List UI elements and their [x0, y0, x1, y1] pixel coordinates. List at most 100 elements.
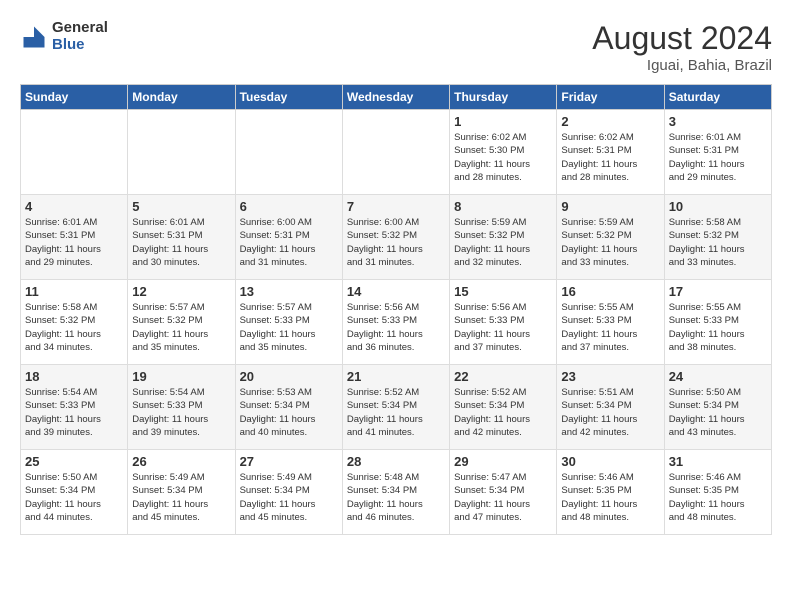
day-number: 15 — [454, 284, 552, 299]
calendar-cell: 19Sunrise: 5:54 AM Sunset: 5:33 PM Dayli… — [128, 365, 235, 450]
cell-info: Sunrise: 5:52 AM Sunset: 5:34 PM Dayligh… — [454, 386, 552, 439]
day-number: 17 — [669, 284, 767, 299]
calendar-cell: 8 Sunrise: 5:59 AM Sunset: 5:32 PM Daylig… — [450, 195, 557, 280]
calendar-cell: 1 Sunrise: 6:02 AM Sunset: 5:30 PM Daylig… — [450, 110, 557, 195]
day-number: 26 — [132, 454, 230, 469]
calendar-cell — [21, 110, 128, 195]
calendar-cell: 25 Sunrise: 5:50 AM Sunset: 5:34 PM Dayli… — [21, 450, 128, 535]
cell-info: Sunrise: 5:51 AM Sunset: 5:34 PM Dayligh… — [561, 386, 659, 439]
calendar-cell: 28Sunrise: 5:48 AM Sunset: 5:34 PM Dayli… — [342, 450, 449, 535]
logo-general: General — [52, 20, 108, 37]
cell-info: Sunrise: 5:57 AM Sunset: 5:33 PM Dayligh… — [240, 301, 338, 354]
day-number: 10 — [669, 199, 767, 214]
cell-info: Sunrise: 5:49 AM Sunset: 5:34 PM Dayligh… — [240, 471, 338, 524]
calendar-cell: 24 Sunrise: 5:50 AM Sunset: 5:34 PM Dayli… — [664, 365, 771, 450]
calendar-cell: 21 Sunrise: 5:52 AM Sunset: 5:34 PM Dayli… — [342, 365, 449, 450]
day-number: 23 — [561, 369, 659, 384]
cell-info: Sunrise: 6:00 AM Sunset: 5:31 PM Dayligh… — [240, 216, 338, 269]
day-number: 14 — [347, 284, 445, 299]
cell-info: Sunrise: 5:56 AM Sunset: 5:33 PM Dayligh… — [454, 301, 552, 354]
calendar-cell: 14 Sunrise: 5:56 AM Sunset: 5:33 PM Dayli… — [342, 280, 449, 365]
calendar-cell: 9 Sunrise: 5:59 AM Sunset: 5:32 PM Daylig… — [557, 195, 664, 280]
cell-info: Sunrise: 5:50 AM Sunset: 5:34 PM Dayligh… — [25, 471, 123, 524]
cell-info: Sunrise: 6:02 AM Sunset: 5:31 PM Dayligh… — [561, 131, 659, 184]
day-number: 31 — [669, 454, 767, 469]
week-row-1: 4Sunrise: 6:01 AM Sunset: 5:31 PM Daylig… — [21, 195, 772, 280]
calendar-cell — [128, 110, 235, 195]
calendar-cell — [235, 110, 342, 195]
logo-blue: Blue — [52, 37, 108, 54]
calendar-cell: 26 Sunrise: 5:49 AM Sunset: 5:34 PM Dayli… — [128, 450, 235, 535]
logo-text: General Blue — [52, 20, 108, 53]
cell-info: Sunrise: 5:56 AM Sunset: 5:33 PM Dayligh… — [347, 301, 445, 354]
cell-info: Sunrise: 5:55 AM Sunset: 5:33 PM Dayligh… — [561, 301, 659, 354]
cell-info: Sunrise: 5:59 AM Sunset: 5:32 PM Dayligh… — [561, 216, 659, 269]
logo-icon — [20, 23, 48, 51]
cell-info: Sunrise: 5:58 AM Sunset: 5:32 PM Dayligh… — [25, 301, 123, 354]
location: Iguai, Bahia, Brazil — [592, 57, 772, 74]
day-number: 25 — [25, 454, 123, 469]
calendar-cell — [342, 110, 449, 195]
cell-info: Sunrise: 5:52 AM Sunset: 5:34 PM Dayligh… — [347, 386, 445, 439]
calendar-cell: 22 Sunrise: 5:52 AM Sunset: 5:34 PM Dayli… — [450, 365, 557, 450]
header-row: SundayMondayTuesdayWednesdayThursdayFrid… — [21, 85, 772, 110]
week-row-3: 18Sunrise: 5:54 AM Sunset: 5:33 PM Dayli… — [21, 365, 772, 450]
calendar-cell: 17 Sunrise: 5:55 AM Sunset: 5:33 PM Dayli… — [664, 280, 771, 365]
day-number: 9 — [561, 199, 659, 214]
day-number: 6 — [240, 199, 338, 214]
cell-info: Sunrise: 5:49 AM Sunset: 5:34 PM Dayligh… — [132, 471, 230, 524]
col-header-tuesday: Tuesday — [235, 85, 342, 110]
day-number: 11 — [25, 284, 123, 299]
calendar-cell: 10 Sunrise: 5:58 AM Sunset: 5:32 PM Dayli… — [664, 195, 771, 280]
day-number: 16 — [561, 284, 659, 299]
col-header-sunday: Sunday — [21, 85, 128, 110]
day-number: 21 — [347, 369, 445, 384]
day-number: 5 — [132, 199, 230, 214]
cell-info: Sunrise: 6:01 AM Sunset: 5:31 PM Dayligh… — [132, 216, 230, 269]
calendar-cell: 30 Sunrise: 5:46 AM Sunset: 5:35 PM Dayli… — [557, 450, 664, 535]
day-number: 19 — [132, 369, 230, 384]
calendar-cell: 23 Sunrise: 5:51 AM Sunset: 5:34 PM Dayli… — [557, 365, 664, 450]
day-number: 12 — [132, 284, 230, 299]
day-number: 30 — [561, 454, 659, 469]
col-header-monday: Monday — [128, 85, 235, 110]
calendar-cell: 29Sunrise: 5:47 AM Sunset: 5:34 PM Dayli… — [450, 450, 557, 535]
calendar-cell: 15 Sunrise: 5:56 AM Sunset: 5:33 PM Dayli… — [450, 280, 557, 365]
page-header: General Blue August 2024 Iguai, Bahia, B… — [20, 20, 772, 74]
day-number: 24 — [669, 369, 767, 384]
calendar-cell: 20 Sunrise: 5:53 AM Sunset: 5:34 PM Dayli… — [235, 365, 342, 450]
cell-info: Sunrise: 5:58 AM Sunset: 5:32 PM Dayligh… — [669, 216, 767, 269]
day-number: 2 — [561, 114, 659, 129]
cell-info: Sunrise: 5:53 AM Sunset: 5:34 PM Dayligh… — [240, 386, 338, 439]
day-number: 8 — [454, 199, 552, 214]
day-number: 27 — [240, 454, 338, 469]
calendar-cell: 13Sunrise: 5:57 AM Sunset: 5:33 PM Dayli… — [235, 280, 342, 365]
cell-info: Sunrise: 5:57 AM Sunset: 5:32 PM Dayligh… — [132, 301, 230, 354]
day-number: 20 — [240, 369, 338, 384]
day-number: 1 — [454, 114, 552, 129]
cell-info: Sunrise: 5:59 AM Sunset: 5:32 PM Dayligh… — [454, 216, 552, 269]
calendar-cell: 5 Sunrise: 6:01 AM Sunset: 5:31 PM Daylig… — [128, 195, 235, 280]
cell-info: Sunrise: 5:46 AM Sunset: 5:35 PM Dayligh… — [561, 471, 659, 524]
cell-info: Sunrise: 5:55 AM Sunset: 5:33 PM Dayligh… — [669, 301, 767, 354]
title-block: August 2024 Iguai, Bahia, Brazil — [592, 20, 772, 74]
day-number: 22 — [454, 369, 552, 384]
day-number: 28 — [347, 454, 445, 469]
cell-info: Sunrise: 5:46 AM Sunset: 5:35 PM Dayligh… — [669, 471, 767, 524]
calendar-cell: 4Sunrise: 6:01 AM Sunset: 5:31 PM Daylig… — [21, 195, 128, 280]
day-number: 29 — [454, 454, 552, 469]
cell-info: Sunrise: 5:54 AM Sunset: 5:33 PM Dayligh… — [25, 386, 123, 439]
cell-info: Sunrise: 6:01 AM Sunset: 5:31 PM Dayligh… — [669, 131, 767, 184]
calendar-cell: 3Sunrise: 6:01 AM Sunset: 5:31 PM Daylig… — [664, 110, 771, 195]
col-header-friday: Friday — [557, 85, 664, 110]
month-year: August 2024 — [592, 20, 772, 57]
cell-info: Sunrise: 5:50 AM Sunset: 5:34 PM Dayligh… — [669, 386, 767, 439]
cell-info: Sunrise: 6:01 AM Sunset: 5:31 PM Dayligh… — [25, 216, 123, 269]
day-number: 7 — [347, 199, 445, 214]
calendar-cell: 11 Sunrise: 5:58 AM Sunset: 5:32 PM Dayli… — [21, 280, 128, 365]
cell-info: Sunrise: 6:02 AM Sunset: 5:30 PM Dayligh… — [454, 131, 552, 184]
calendar-cell: 6 Sunrise: 6:00 AM Sunset: 5:31 PM Daylig… — [235, 195, 342, 280]
col-header-thursday: Thursday — [450, 85, 557, 110]
calendar-cell: 7Sunrise: 6:00 AM Sunset: 5:32 PM Daylig… — [342, 195, 449, 280]
calendar-cell: 27 Sunrise: 5:49 AM Sunset: 5:34 PM Dayli… — [235, 450, 342, 535]
